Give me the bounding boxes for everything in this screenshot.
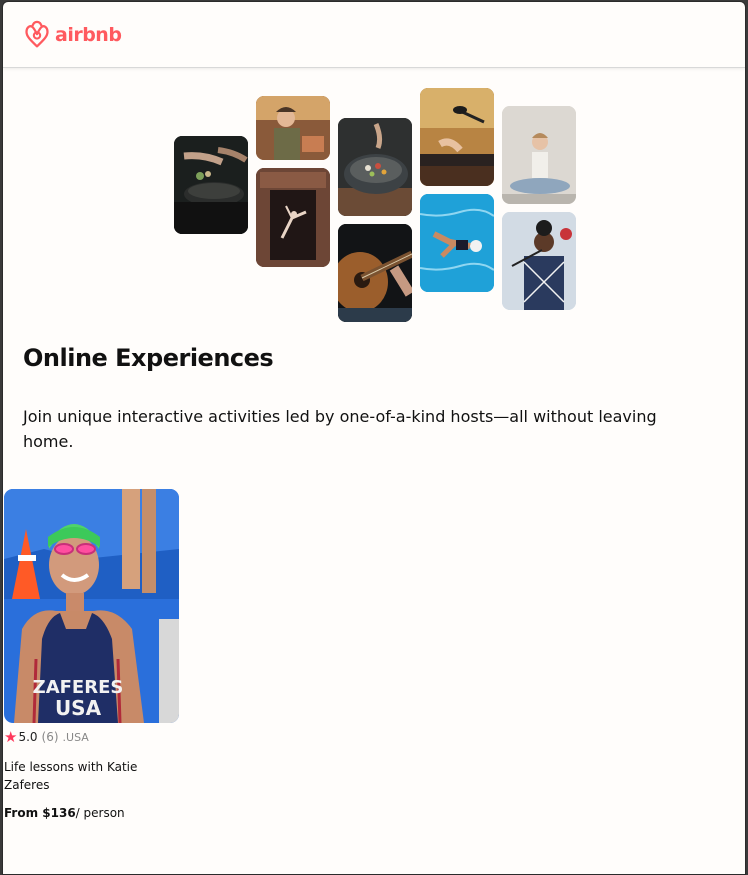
- hero-photo-microphone-piano: [420, 88, 494, 186]
- price-unit: / person: [75, 806, 125, 820]
- country-label: .USA: [62, 730, 89, 744]
- airbnb-belo-icon: [25, 20, 49, 48]
- jersey-text-name: ZAFERES: [33, 677, 124, 698]
- brand-name: airbnb: [55, 23, 122, 46]
- hero-photo-cooking-pan: [174, 136, 248, 234]
- card-stats: ★ 5.0 (6) .USA: [4, 728, 180, 746]
- card-title[interactable]: Life lessons with Katie Zaferes: [4, 758, 154, 794]
- hero-photo-dancer-doorway: [256, 168, 330, 267]
- hero-photo-woman-chef: [256, 96, 330, 160]
- navbar: airbnb: [3, 2, 745, 68]
- hero-photo-singer: [502, 212, 576, 310]
- page-title: Online Experiences: [23, 344, 274, 372]
- hero-collage: [3, 68, 745, 326]
- rating-value: 5.0: [18, 730, 38, 744]
- card-photo-athlete[interactable]: ZAFERES USA: [4, 489, 179, 723]
- price-from: From $136: [4, 806, 76, 820]
- airbnb-logo[interactable]: airbnb: [23, 20, 122, 50]
- hero-photo-food-bowl: [338, 118, 412, 216]
- hero-photo-guitar: [338, 224, 412, 322]
- review-count: (6): [41, 730, 59, 744]
- jersey-text-country: USA: [55, 696, 102, 720]
- hero-photo-swimmer: [420, 194, 494, 292]
- page-subtitle: Join unique interactive activities led b…: [23, 407, 657, 451]
- browser-frame: airbnb Online Experiences Join unique in…: [2, 1, 746, 875]
- card-price: From $136/ person: [4, 806, 180, 820]
- experience-card[interactable]: ZAFERES USA ★ 5.0 (6) .USA Life lessons …: [4, 489, 180, 820]
- star-icon: ★: [4, 728, 18, 746]
- hero-photo-yoga: [502, 106, 576, 204]
